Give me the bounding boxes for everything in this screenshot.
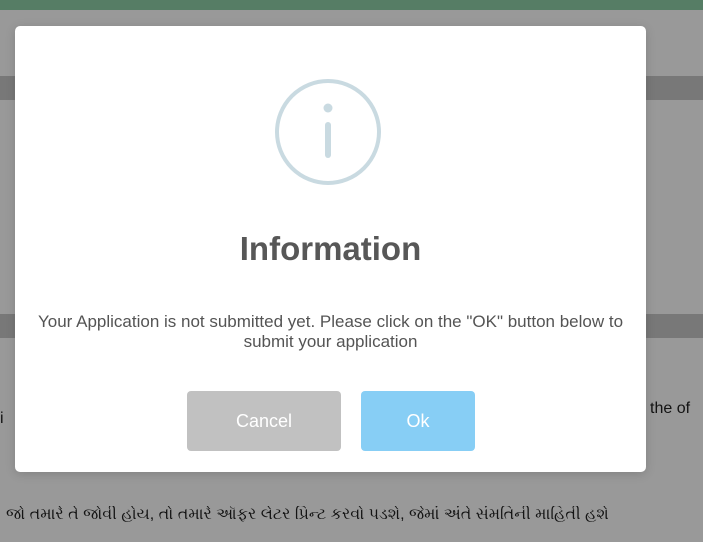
ok-button[interactable]: Ok (361, 391, 475, 451)
dialog-title: Information (239, 230, 422, 267)
dialog-message: Your Application is not submitted yet. P… (37, 312, 624, 351)
information-dialog: Information Your Application is not subm… (15, 26, 646, 472)
cancel-button[interactable]: Cancel (187, 391, 341, 451)
info-icon (275, 79, 381, 185)
